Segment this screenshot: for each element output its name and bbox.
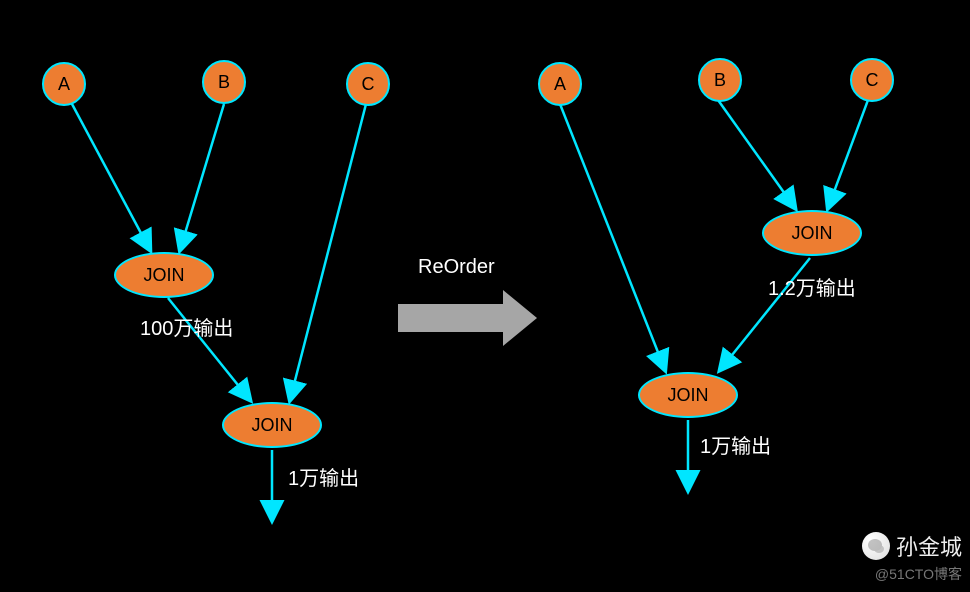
right-node-a: A [538, 62, 582, 106]
node-label: B [714, 70, 726, 91]
arrow-head [503, 290, 537, 346]
watermark-sub: @51CTO博客 [862, 564, 962, 584]
right-node-c: C [850, 58, 894, 102]
left-node-c: C [346, 62, 390, 106]
right-node-b: B [698, 58, 742, 102]
left-node-b: B [202, 60, 246, 104]
right-join-2: JOIN [638, 372, 738, 418]
node-label: A [554, 74, 566, 95]
left-join-1-out: 100万输出 [140, 312, 233, 341]
left-join-2-out: 1万输出 [288, 462, 359, 491]
left-join-1: JOIN [114, 252, 214, 298]
reorder-arrow [398, 290, 537, 346]
right-join-1: JOIN [762, 210, 862, 256]
watermark-name: 孙金城 [896, 530, 962, 562]
join-label: JOIN [143, 265, 184, 286]
node-label: C [866, 70, 879, 91]
right-join-2-out: 1万输出 [700, 430, 771, 459]
arrow-shaft [398, 304, 503, 332]
node-label: B [218, 72, 230, 93]
left-join-2: JOIN [222, 402, 322, 448]
node-label: C [362, 74, 375, 95]
reorder-label: ReOrder [418, 256, 495, 279]
left-node-a: A [42, 62, 86, 106]
wechat-icon [862, 532, 890, 560]
join-label: JOIN [251, 415, 292, 436]
join-label: JOIN [667, 385, 708, 406]
join-label: JOIN [791, 223, 832, 244]
watermark: 孙金城 @51CTO博客 [862, 530, 962, 584]
node-label: A [58, 74, 70, 95]
right-join-1-out: 1.2万输出 [768, 272, 856, 301]
